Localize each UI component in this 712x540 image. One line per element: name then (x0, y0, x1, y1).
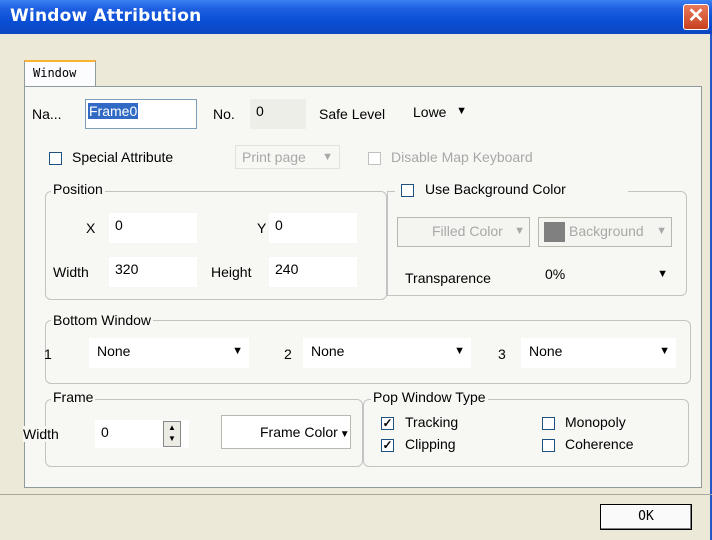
chevron-down-icon: ▼ (657, 268, 668, 280)
window-title: Window Attribution (10, 6, 202, 26)
tab-window-label: Window (33, 66, 77, 80)
background-swatch (544, 222, 565, 242)
close-icon: ✕ (687, 5, 705, 27)
safe-level-value: Lowe (413, 104, 447, 120)
bottom-window-3-label: 3 (498, 346, 506, 362)
name-label: Na... (32, 106, 62, 122)
chevron-up-icon: ▲ (168, 423, 176, 432)
width-label: Width (53, 264, 89, 280)
frame-color-button[interactable]: Frame Color ▼ (221, 415, 351, 449)
x-value: 0 (115, 217, 123, 233)
bottom-window-1-value: None (97, 343, 131, 359)
tab-panel: Na... Frame0 No. 0 Safe Level Lowe ▼ Spec… (23, 86, 702, 488)
no-field: 0 (250, 99, 306, 129)
bottom-window-2-value: None (311, 343, 345, 359)
background-group-header: Use Background Color (395, 181, 628, 201)
print-page-select[interactable]: Print page ▼ (235, 145, 340, 169)
ok-button[interactable]: OK (600, 504, 692, 530)
height-label: Height (211, 264, 252, 280)
close-button[interactable]: ✕ (683, 4, 709, 30)
filled-color-label: Filled Color (432, 223, 503, 239)
frame-group-title: Frame (51, 389, 96, 405)
name-field[interactable]: Frame0 (85, 99, 197, 129)
bottom-window-2-label: 2 (284, 346, 292, 362)
chevron-down-icon: ▼ (339, 429, 350, 440)
pop-window-group-title: Pop Window Type (371, 389, 488, 405)
chevron-down-icon: ▼ (232, 345, 243, 357)
bottom-window-1-label: 1 (44, 346, 52, 362)
frame-width-label: Width (23, 426, 59, 442)
clipping-checkbox[interactable]: ✓ (381, 439, 394, 452)
tab-window[interactable]: Window (24, 60, 96, 87)
bottom-window-3-select[interactable]: None ▼ (521, 338, 676, 368)
background-button-label: Background (569, 223, 644, 239)
width-field[interactable]: 320 (109, 257, 197, 287)
background-button[interactable]: Background ▼ (538, 217, 672, 247)
bottom-window-2-select[interactable]: None ▼ (303, 338, 471, 368)
y-label: Y (257, 220, 267, 236)
frame-color-label: Frame Color (260, 424, 338, 440)
bottom-window-1-select[interactable]: None ▼ (89, 338, 249, 368)
tracking-checkbox[interactable]: ✓ (381, 417, 394, 430)
safe-level-label: Safe Level (319, 106, 386, 122)
chevron-down-icon: ▼ (659, 345, 670, 357)
chevron-down-icon: ▼ (656, 225, 667, 237)
special-attribute-checkbox[interactable] (49, 152, 62, 165)
height-value: 240 (275, 261, 299, 277)
frame-width-spinner[interactable]: ▲ ▼ (163, 421, 181, 447)
tracking-label: Tracking (405, 414, 459, 430)
chevron-down-icon: ▼ (514, 225, 525, 237)
bottom-window-3-value: None (529, 343, 563, 359)
height-field[interactable]: 240 (269, 257, 357, 287)
width-value: 320 (115, 261, 139, 277)
use-background-color-checkbox[interactable] (401, 184, 414, 197)
monopoly-checkbox[interactable] (542, 417, 555, 430)
clipping-label: Clipping (405, 436, 456, 452)
transparence-value: 0% (545, 266, 566, 282)
disable-map-keyboard-checkbox[interactable] (368, 152, 381, 165)
disable-map-keyboard-label: Disable Map Keyboard (391, 149, 533, 165)
x-field[interactable]: 0 (109, 213, 197, 243)
monopoly-label: Monopoly (565, 414, 626, 430)
bottom-window-group-title: Bottom Window (51, 312, 154, 328)
y-field[interactable]: 0 (269, 213, 357, 243)
frame-width-value: 0 (101, 424, 109, 440)
chevron-down-icon: ▼ (168, 434, 176, 443)
print-page-value: Print page (242, 149, 306, 165)
special-attribute-label: Special Attribute (72, 149, 174, 165)
title-bar[interactable]: Window Attribution ✕ (0, 0, 712, 34)
x-label: X (86, 220, 96, 236)
name-value: Frame0 (88, 103, 139, 119)
chevron-down-icon: ▼ (456, 105, 467, 117)
footer-divider (0, 494, 712, 495)
use-background-color-label: Use Background Color (425, 181, 566, 197)
coherence-checkbox[interactable] (542, 439, 555, 452)
transparence-select[interactable]: 0% ▼ (537, 261, 674, 291)
y-value: 0 (275, 217, 283, 233)
safe-level-select[interactable]: Lowe ▼ (409, 99, 473, 129)
dialog-window: Window Attribution ✕ Window Na... Frame0… (0, 0, 712, 540)
transparence-label: Transparence (405, 270, 491, 286)
filled-color-button[interactable]: Filled Color ▼ (397, 217, 530, 247)
no-value: 0 (256, 103, 264, 119)
no-label: No. (213, 106, 235, 122)
pop-window-group (363, 399, 689, 467)
chevron-down-icon: ▼ (322, 151, 333, 163)
chevron-down-icon: ▼ (454, 345, 465, 357)
coherence-label: Coherence (565, 436, 634, 452)
position-group-title: Position (51, 181, 105, 197)
